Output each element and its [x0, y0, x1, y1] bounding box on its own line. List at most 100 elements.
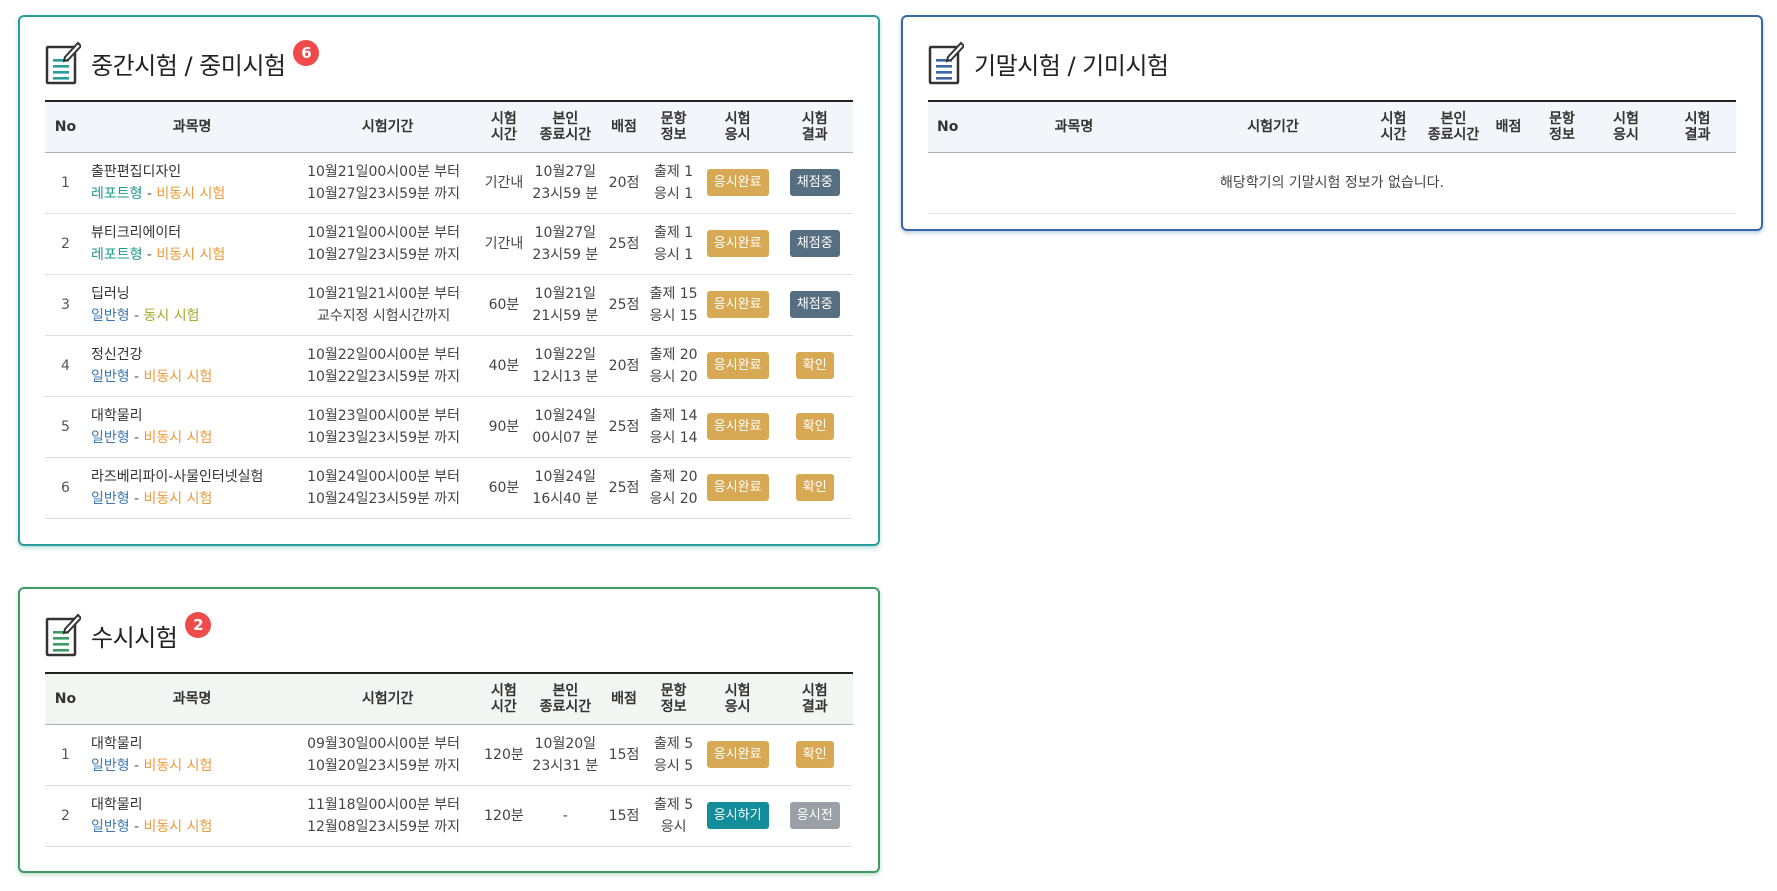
- take-exam-button[interactable]: 응시완료: [706, 352, 769, 379]
- questions-given: 출제 15: [649, 285, 698, 302]
- take-exam-button[interactable]: 응시완료: [706, 474, 769, 501]
- questions-answered: 응시 20: [649, 490, 698, 507]
- empty-row: 해당학기의 기말시험 정보가 없습니다.: [928, 152, 1736, 214]
- my-end-time: 23시31 분: [532, 757, 599, 774]
- take-exam-button[interactable]: 응시하기: [706, 802, 769, 829]
- questions-answered: 응시 14: [649, 429, 698, 446]
- row-number: 1: [45, 724, 86, 786]
- subject-name[interactable]: 대학물리: [91, 794, 298, 816]
- result-button[interactable]: 확인: [795, 352, 834, 379]
- period-end: 10월22일23시59분 까지: [307, 368, 461, 385]
- midterm-title-row: 중간시험 / 중미시험 6: [45, 40, 320, 85]
- subject-name[interactable]: 딥러닝: [91, 283, 298, 305]
- header-period: 시험기간: [361, 690, 414, 707]
- result-button[interactable]: 채점중: [789, 230, 840, 257]
- questions-given: 출제 1: [654, 163, 694, 180]
- period-cell: 10월24일00시00분 부터 10월24일23시59분 까지: [298, 457, 477, 519]
- quiz-table: No 과목명 시험기간 시험 시간 본인 종료시간 배점 문항 정보 시험 응시 시험 결…: [45, 672, 853, 847]
- take-cell: 응시하기: [698, 785, 777, 847]
- subject-name[interactable]: 정신건강: [91, 344, 298, 366]
- result-button[interactable]: 채점중: [789, 291, 840, 318]
- my-end-time: 16시40 분: [532, 490, 599, 507]
- my-end-time: 12시13 분: [532, 368, 599, 385]
- duration-cell: 60분: [477, 457, 531, 519]
- header-score: 배점: [611, 118, 637, 135]
- questions-given: 출제 5: [654, 735, 694, 752]
- my-end-cell: 10월27일 23시59 분: [530, 213, 600, 275]
- result-cell: 채점중: [776, 152, 853, 214]
- midterm-table: No 과목명 시험기간 시험 시간 본인 종료시간 배점 문항 정보 시험 응시 시험 결…: [45, 100, 853, 519]
- my-end-date: -: [562, 807, 568, 824]
- take-exam-button[interactable]: 응시완료: [706, 291, 769, 318]
- header-questions: 문항 정보: [660, 110, 687, 143]
- my-end-cell: 10월21일 21시59 분: [530, 274, 600, 336]
- result-button[interactable]: 응시전: [789, 802, 840, 829]
- subject-cell: 대학물리 일반형 - 비동시 시험: [85, 724, 299, 786]
- my-end-cell: 10월27일 23시59 분: [530, 152, 600, 214]
- question-info-cell: 출제 14 응시 14: [648, 396, 699, 458]
- my-end-cell: 10월24일 00시07 분: [530, 396, 600, 458]
- row-number: 1: [45, 152, 86, 214]
- period-cell: 10월21일00시00분 부터 10월27일23시59분 까지: [298, 152, 477, 214]
- period-cell: 09월30일00시00분 부터 10월20일23시59분 까지: [298, 724, 477, 786]
- questions-given: 출제 5: [654, 796, 694, 813]
- header-questions: 문항 정보: [1549, 110, 1575, 143]
- header-score: 배점: [1495, 118, 1522, 135]
- result-cell: 채점중: [776, 274, 853, 336]
- result-button[interactable]: 확인: [795, 741, 834, 768]
- questions-given: 출제 1: [654, 224, 694, 241]
- question-info-cell: 출제 1 응시 1: [648, 152, 699, 214]
- score-cell: 15점: [599, 724, 649, 786]
- take-exam-button[interactable]: 응시완료: [706, 413, 769, 440]
- my-end-date: 10월24일: [534, 407, 597, 424]
- row-number: 6: [45, 457, 86, 519]
- period-start: 10월22일00시00분 부터: [307, 346, 461, 363]
- row-number: 4: [45, 335, 86, 397]
- period-end: 10월27일23시59분 까지: [307, 246, 461, 263]
- header-score: 배점: [611, 690, 637, 707]
- subject-name[interactable]: 뷰티크리에이터: [91, 222, 298, 244]
- notepad-icon: [45, 41, 83, 85]
- header-duration: 시험 시간: [1380, 110, 1407, 143]
- quiz-title: 수시시험: [91, 623, 178, 652]
- question-info-cell: 출제 15 응시 15: [648, 274, 699, 336]
- header-questions: 문항 정보: [660, 682, 687, 715]
- final-title-row: 기말시험 / 기미시험: [928, 41, 1169, 85]
- header-no: No: [54, 118, 77, 135]
- subject-name[interactable]: 라즈베리파이-사물인터넷실험: [91, 466, 298, 488]
- exam-mode: 동시 시험: [143, 307, 200, 324]
- subject-cell: 정신건강 일반형 - 비동시 시험: [85, 335, 299, 397]
- my-end-time: 23시59 분: [532, 246, 599, 263]
- table-row: 2 뷰티크리에이터 레포트형 - 비동시 시험 10월21일00시00분 부터 10월2…: [45, 213, 853, 275]
- result-button[interactable]: 확인: [795, 474, 834, 501]
- subject-name[interactable]: 대학물리: [91, 405, 298, 427]
- header-take: 시험 응시: [724, 682, 751, 715]
- duration-cell: 120분: [477, 724, 531, 786]
- subject-cell: 출판편집디자인 레포트형 - 비동시 시험: [85, 152, 299, 214]
- midterm-title: 중간시험 / 중미시험: [91, 51, 286, 80]
- exam-mode: 비동시 시험: [143, 368, 213, 385]
- period-cell: 11월18일00시00분 부터 12월08일23시59분 까지: [298, 785, 477, 847]
- table-row: 3 딥러닝 일반형 - 동시 시험 10월21일21시00분 부터 교수지정 시험시간까…: [45, 274, 853, 336]
- take-exam-button[interactable]: 응시완료: [706, 169, 769, 196]
- subject-cell: 뷰티크리에이터 레포트형 - 비동시 시험: [85, 213, 299, 275]
- my-end-cell: -: [530, 785, 600, 847]
- result-button[interactable]: 채점중: [789, 169, 840, 196]
- table-row: 5 대학물리 일반형 - 비동시 시험 10월23일00시00분 부터 10월23일23…: [45, 396, 853, 458]
- subject-name[interactable]: 출판편집디자인: [91, 161, 298, 183]
- take-exam-button[interactable]: 응시완료: [706, 741, 769, 768]
- duration-cell: 120분: [477, 785, 531, 847]
- duration-cell: 90분: [477, 396, 531, 458]
- header-duration: 시험 시간: [491, 110, 517, 143]
- period-end: 교수지정 시험시간까지: [316, 307, 451, 324]
- table-row: 6 라즈베리파이-사물인터넷실험 일반형 - 비동시 시험 10월24일00시00분 …: [45, 457, 853, 519]
- subject-name[interactable]: 대학물리: [91, 733, 298, 755]
- take-cell: 응시완료: [698, 274, 777, 336]
- take-exam-button[interactable]: 응시완료: [706, 230, 769, 257]
- take-cell: 응시완료: [698, 213, 777, 275]
- result-button[interactable]: 확인: [795, 413, 834, 440]
- exam-mode: 비동시 시험: [143, 757, 213, 774]
- row-number: 5: [45, 396, 86, 458]
- take-cell: 응시완료: [698, 152, 777, 214]
- my-end-time: 21시59 분: [532, 307, 599, 324]
